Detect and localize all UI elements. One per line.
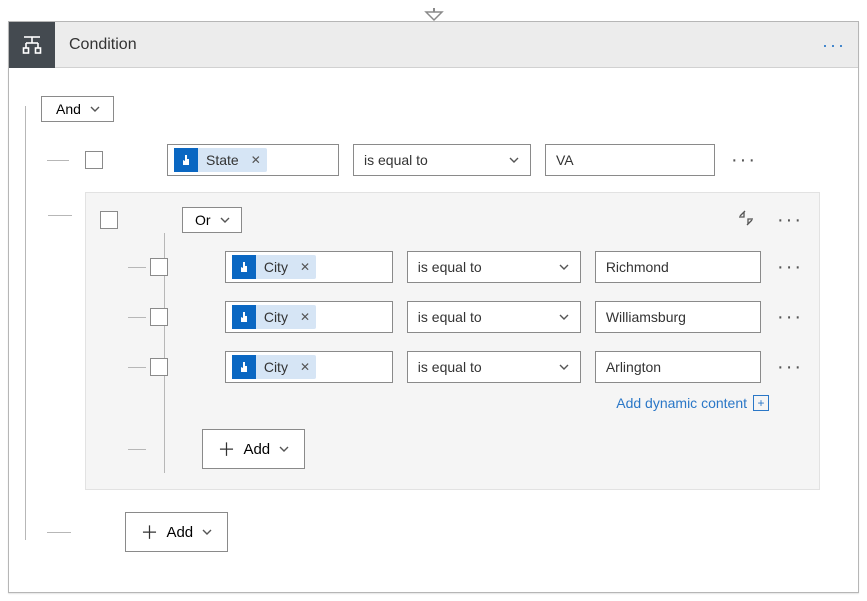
- token-label: State: [198, 152, 245, 168]
- add-label: Add: [243, 441, 270, 458]
- condition-icon: [9, 22, 55, 68]
- row-menu-button[interactable]: ···: [775, 361, 805, 373]
- row-menu-button[interactable]: ···: [775, 261, 805, 273]
- chevron-down-icon: [558, 361, 570, 373]
- row-menu-button[interactable]: ···: [729, 154, 759, 166]
- group-checkbox[interactable]: [100, 211, 118, 229]
- dynamic-token: City ✕: [232, 305, 316, 329]
- operator-select[interactable]: is equal to: [407, 251, 581, 283]
- token-remove-button[interactable]: ✕: [245, 153, 267, 167]
- add-label: Add: [166, 524, 193, 541]
- nested-group-header: Or ···: [100, 207, 805, 233]
- field-input[interactable]: City ✕: [225, 351, 393, 383]
- condition-row: City ✕ is equal to Richmond ···: [150, 251, 805, 283]
- value-input[interactable]: Arlington: [595, 351, 761, 383]
- value-input[interactable]: VA: [545, 144, 715, 176]
- plus-icon: ＋: [217, 436, 235, 462]
- tree-line: [47, 160, 69, 161]
- card-title: Condition: [55, 36, 137, 54]
- chevron-down-icon: [278, 443, 290, 455]
- chevron-down-icon: [219, 214, 231, 226]
- group-menu-button[interactable]: ···: [775, 214, 805, 226]
- chevron-down-icon: [201, 526, 213, 538]
- row-checkbox[interactable]: [150, 258, 168, 276]
- nested-add-button[interactable]: ＋ Add: [202, 429, 305, 469]
- tree-line: [128, 317, 146, 318]
- tree-line: [25, 106, 26, 540]
- chevron-down-icon: [558, 261, 570, 273]
- row-checkbox[interactable]: [85, 151, 103, 169]
- nested-combiner-select[interactable]: Or: [182, 207, 242, 233]
- field-input[interactable]: City ✕: [225, 251, 393, 283]
- dynamic-link-text: Add dynamic content: [616, 395, 747, 411]
- value-text: Arlington: [606, 359, 661, 375]
- value-text: Richmond: [606, 259, 669, 275]
- operator-label: is equal to: [418, 359, 482, 375]
- outer-combiner-label: And: [56, 101, 81, 117]
- operator-label: is equal to: [418, 309, 482, 325]
- value-input[interactable]: Williamsburg: [595, 301, 761, 333]
- card-body: And State ✕ is equal to: [9, 68, 858, 592]
- operator-select[interactable]: is equal to: [407, 301, 581, 333]
- token-label: City: [256, 259, 294, 275]
- row-checkbox[interactable]: [150, 308, 168, 326]
- card-header: Condition ···: [9, 22, 858, 68]
- operator-label: is equal to: [418, 259, 482, 275]
- row-checkbox[interactable]: [150, 358, 168, 376]
- operator-select[interactable]: is equal to: [353, 144, 531, 176]
- add-dynamic-content-link[interactable]: Add dynamic content +: [616, 395, 769, 411]
- collapse-button[interactable]: [737, 209, 755, 232]
- operator-select[interactable]: is equal to: [407, 351, 581, 383]
- chevron-down-icon: [89, 103, 101, 115]
- flow-arrow-icon: [424, 8, 444, 22]
- plus-box-icon: +: [753, 395, 769, 411]
- dynamic-token: City ✕: [232, 255, 316, 279]
- operator-label: is equal to: [364, 152, 428, 168]
- token-remove-button[interactable]: ✕: [294, 360, 316, 374]
- condition-row: City ✕ is equal to Williamsburg ···: [150, 301, 805, 333]
- nested-rows: City ✕ is equal to Richmond ···: [150, 251, 805, 469]
- tree-line: [128, 367, 146, 368]
- tree-line: [47, 532, 71, 533]
- dynamic-token: State ✕: [174, 148, 267, 172]
- dynamic-token: City ✕: [232, 355, 316, 379]
- token-remove-button[interactable]: ✕: [294, 310, 316, 324]
- tree-line: [128, 449, 146, 450]
- token-label: City: [256, 309, 294, 325]
- nested-group: Or ···: [85, 192, 820, 490]
- touch-icon: [232, 355, 256, 379]
- token-remove-button[interactable]: ✕: [294, 260, 316, 274]
- touch-icon: [232, 305, 256, 329]
- condition-row: City ✕ is equal to Arlington ···: [150, 351, 805, 383]
- condition-row: State ✕ is equal to VA ···: [85, 144, 820, 176]
- value-input[interactable]: Richmond: [595, 251, 761, 283]
- value-text: VA: [556, 152, 574, 168]
- tree-line: [48, 215, 72, 216]
- row-menu-button[interactable]: ···: [775, 311, 805, 323]
- value-text: Williamsburg: [606, 309, 686, 325]
- tree-line: [128, 267, 146, 268]
- plus-icon: ＋: [140, 519, 158, 545]
- token-label: City: [256, 359, 294, 375]
- field-input[interactable]: State ✕: [167, 144, 339, 176]
- field-input[interactable]: City ✕: [225, 301, 393, 333]
- touch-icon: [174, 148, 198, 172]
- condition-card: Condition ··· And State ✕: [8, 21, 859, 593]
- chevron-down-icon: [508, 154, 520, 166]
- chevron-down-icon: [558, 311, 570, 323]
- nested-combiner-label: Or: [195, 212, 211, 228]
- outer-combiner-select[interactable]: And: [41, 96, 114, 122]
- outer-add-button[interactable]: ＋ Add: [125, 512, 228, 552]
- card-menu-button[interactable]: ···: [822, 22, 846, 68]
- touch-icon: [232, 255, 256, 279]
